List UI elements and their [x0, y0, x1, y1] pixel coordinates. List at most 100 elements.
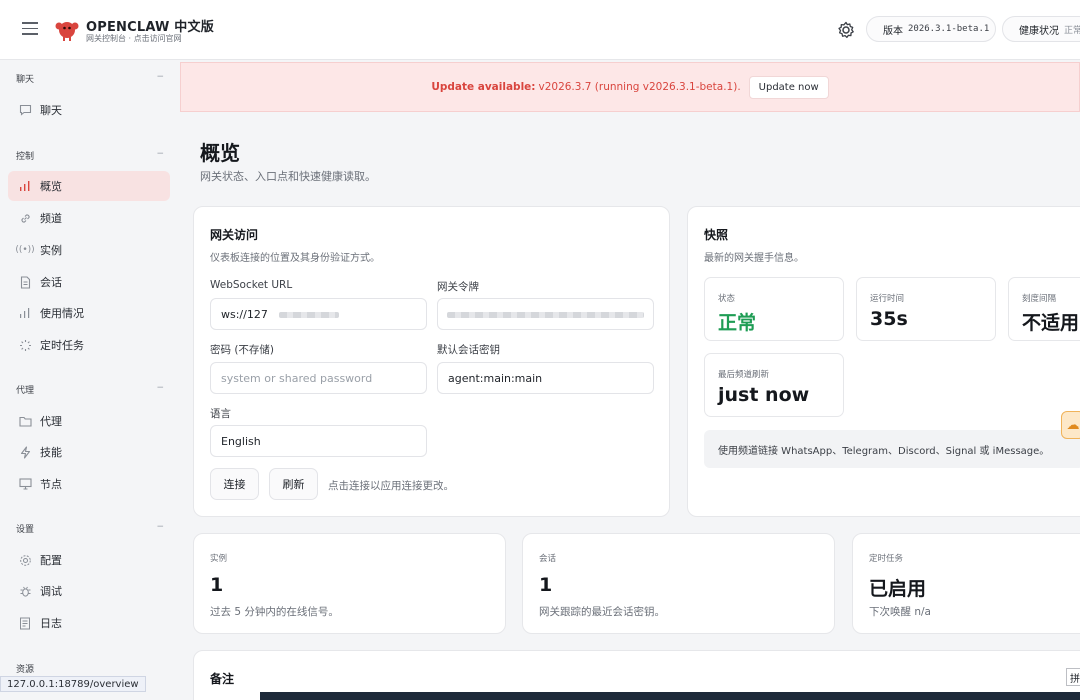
monitor-icon [18, 477, 32, 491]
metric-value: 不适用 [1022, 312, 1080, 334]
sidebar-item-label: 技能 [40, 446, 62, 459]
metric-label: 最后频道刷新 [718, 370, 770, 380]
sidebar-item-skills[interactable]: 技能 [8, 437, 170, 467]
stat-value: 已启用 [869, 578, 927, 600]
lightning-icon [18, 445, 32, 459]
link-icon [18, 211, 32, 225]
sidebar-item-chat[interactable]: 聊天 [8, 95, 170, 125]
sidebar-item-label: 使用情况 [40, 307, 84, 320]
sidebar-item-label: 节点 [40, 478, 62, 491]
card-description: 最新的网关握手信息。 [704, 253, 804, 264]
sidebar-item-label: 调试 [40, 585, 62, 598]
page-subtitle: 网关状态、入口点和快速健康读取。 [200, 170, 376, 183]
sidebar-item-logs[interactable]: 日志 [8, 608, 170, 638]
stat-label: 定时任务 [869, 554, 904, 564]
settings-gear-icon[interactable] [836, 20, 856, 40]
status-bar-url: 127.0.0.1:18789/overview [0, 676, 146, 692]
sidebar-item-config[interactable]: 配置 [8, 545, 170, 575]
sidebar-item-debug[interactable]: 调试 [8, 576, 170, 606]
sidebar-section-chat[interactable]: 聊天 − [16, 72, 164, 85]
sidebar-item-overview[interactable]: 概览 [8, 171, 170, 201]
tick-interval-metric: 刻度间隔 不适用 [1008, 277, 1080, 341]
card-title: 备注 [210, 672, 235, 686]
card-description: 仪表板连接的位置及其身份验证方式。 [210, 253, 380, 264]
section-title: 控制 [16, 152, 35, 162]
version-badge: 版本 2026.3.1-beta.1 [866, 16, 996, 42]
refresh-button[interactable]: 刷新 [269, 468, 318, 500]
section-title: 资源 [16, 665, 35, 675]
claw-logo-icon[interactable] [54, 17, 80, 41]
update-banner-title: Update available: [431, 81, 536, 93]
sidebar-item-channels[interactable]: 频道 [8, 203, 170, 233]
sidebar-item-instances[interactable]: ((•)) 实例 [8, 235, 170, 265]
sidebar-item-label: 定时任务 [40, 339, 84, 352]
sidebar-section-settings[interactable]: 设置 − [16, 522, 164, 535]
broadcast-icon: ((•)) [15, 245, 35, 255]
bar-chart-icon [18, 306, 32, 320]
sidebar-item-label: 配置 [40, 554, 62, 567]
last-channel-refresh-metric: 最后频道刷新 just now [704, 353, 844, 417]
brand-subtitle[interactable]: 网关控制台 · 点击访问官网 [86, 33, 182, 44]
metric-value: 35s [870, 308, 908, 330]
sidebar-item-cron[interactable]: 定时任务 [8, 330, 170, 360]
channels-hint: 使用频道链接 WhatsApp、Telegram、Discord、Signal … [704, 430, 1080, 468]
log-icon [18, 616, 32, 630]
top-bar: OPENCLAW 中文版 网关控制台 · 点击访问官网 版本 2026.3.1-… [0, 0, 1080, 60]
chat-bubble-icon [18, 103, 32, 117]
version-value: 2026.3.1-beta.1 [908, 24, 990, 34]
redacted-text [447, 312, 644, 318]
sidebar-item-label: 日志 [40, 617, 62, 630]
stat-label: 会话 [539, 554, 557, 564]
taskbar [260, 692, 1080, 700]
sidebar-section-agent[interactable]: 代理 − [16, 383, 164, 396]
sidebar-item-agents[interactable]: 代理 [8, 406, 170, 436]
gear-icon [18, 553, 32, 567]
floating-assistant-icon[interactable]: ☁ [1061, 411, 1080, 439]
stat-description: 过去 5 分钟内的在线信号。 [210, 606, 339, 618]
gateway-token-label: 网关令牌 [437, 281, 479, 293]
ime-indicator[interactable]: 拼 [1066, 668, 1080, 686]
sidebar-section-resources[interactable]: 资源 [16, 662, 164, 675]
collapse-icon[interactable]: − [156, 522, 164, 532]
bug-icon [18, 584, 32, 598]
sidebar-item-usage[interactable]: 使用情况 [8, 298, 170, 328]
gateway-token-input[interactable] [437, 298, 654, 330]
section-title: 聊天 [16, 75, 35, 85]
redacted-text [279, 312, 339, 318]
cron-stat-card: 定时任务 已启用 下次唤醒 n/a [852, 533, 1080, 634]
connect-button[interactable]: 连接 [210, 468, 259, 500]
metric-label: 运行时间 [870, 294, 905, 304]
sidebar-item-nodes[interactable]: 节点 [8, 469, 170, 499]
update-now-button[interactable]: Update now [748, 75, 829, 99]
card-title: 快照 [704, 228, 729, 242]
sidebar-section-control[interactable]: 控制 − [16, 149, 164, 162]
update-banner-text: v2026.3.7 (running v2026.3.1-beta.1). [538, 81, 741, 93]
collapse-icon[interactable]: − [156, 149, 164, 159]
sidebar-item-sessions[interactable]: 会话 [8, 267, 170, 297]
health-value: 正常 [1064, 25, 1080, 36]
password-input[interactable] [210, 362, 427, 394]
gateway-access-card: 网关访问 仪表板连接的位置及其身份验证方式。 WebSocket URL 网关令… [193, 206, 670, 517]
language-select[interactable]: English [210, 425, 427, 457]
instances-stat-card: 实例 1 过去 5 分钟内的在线信号。 [193, 533, 506, 634]
folder-icon [18, 414, 32, 428]
collapse-icon[interactable]: − [156, 383, 164, 393]
section-title: 代理 [16, 386, 35, 396]
snapshot-card: 快照 最新的网关握手信息。 状态 正常 运行时间 35s 刻度间隔 不适用 最后… [687, 206, 1080, 517]
page-title: 概览 [200, 141, 240, 165]
sidebar-item-label: 会话 [40, 276, 62, 289]
collapse-icon[interactable]: − [156, 72, 164, 82]
stat-description: 网关跟踪的最近会话密钥。 [539, 606, 665, 618]
menu-icon[interactable] [22, 22, 38, 36]
health-label: 健康状况 [1019, 25, 1059, 37]
health-badge: 健康状况 正常 [1002, 16, 1080, 42]
bar-chart-icon [18, 179, 32, 193]
sidebar-item-label: 实例 [40, 244, 62, 257]
session-key-label: 默认会话密钥 [437, 344, 500, 356]
stat-value: 1 [210, 574, 224, 596]
metric-label: 状态 [718, 294, 736, 304]
session-key-input[interactable] [437, 362, 654, 394]
sessions-stat-card: 会话 1 网关跟踪的最近会话密钥。 [522, 533, 835, 634]
sidebar: 聊天 − 聊天 控制 − 概览 频道 ((•)) 实例 会话 使用情况 定时任务… [0, 60, 180, 700]
loader-icon [18, 338, 32, 352]
